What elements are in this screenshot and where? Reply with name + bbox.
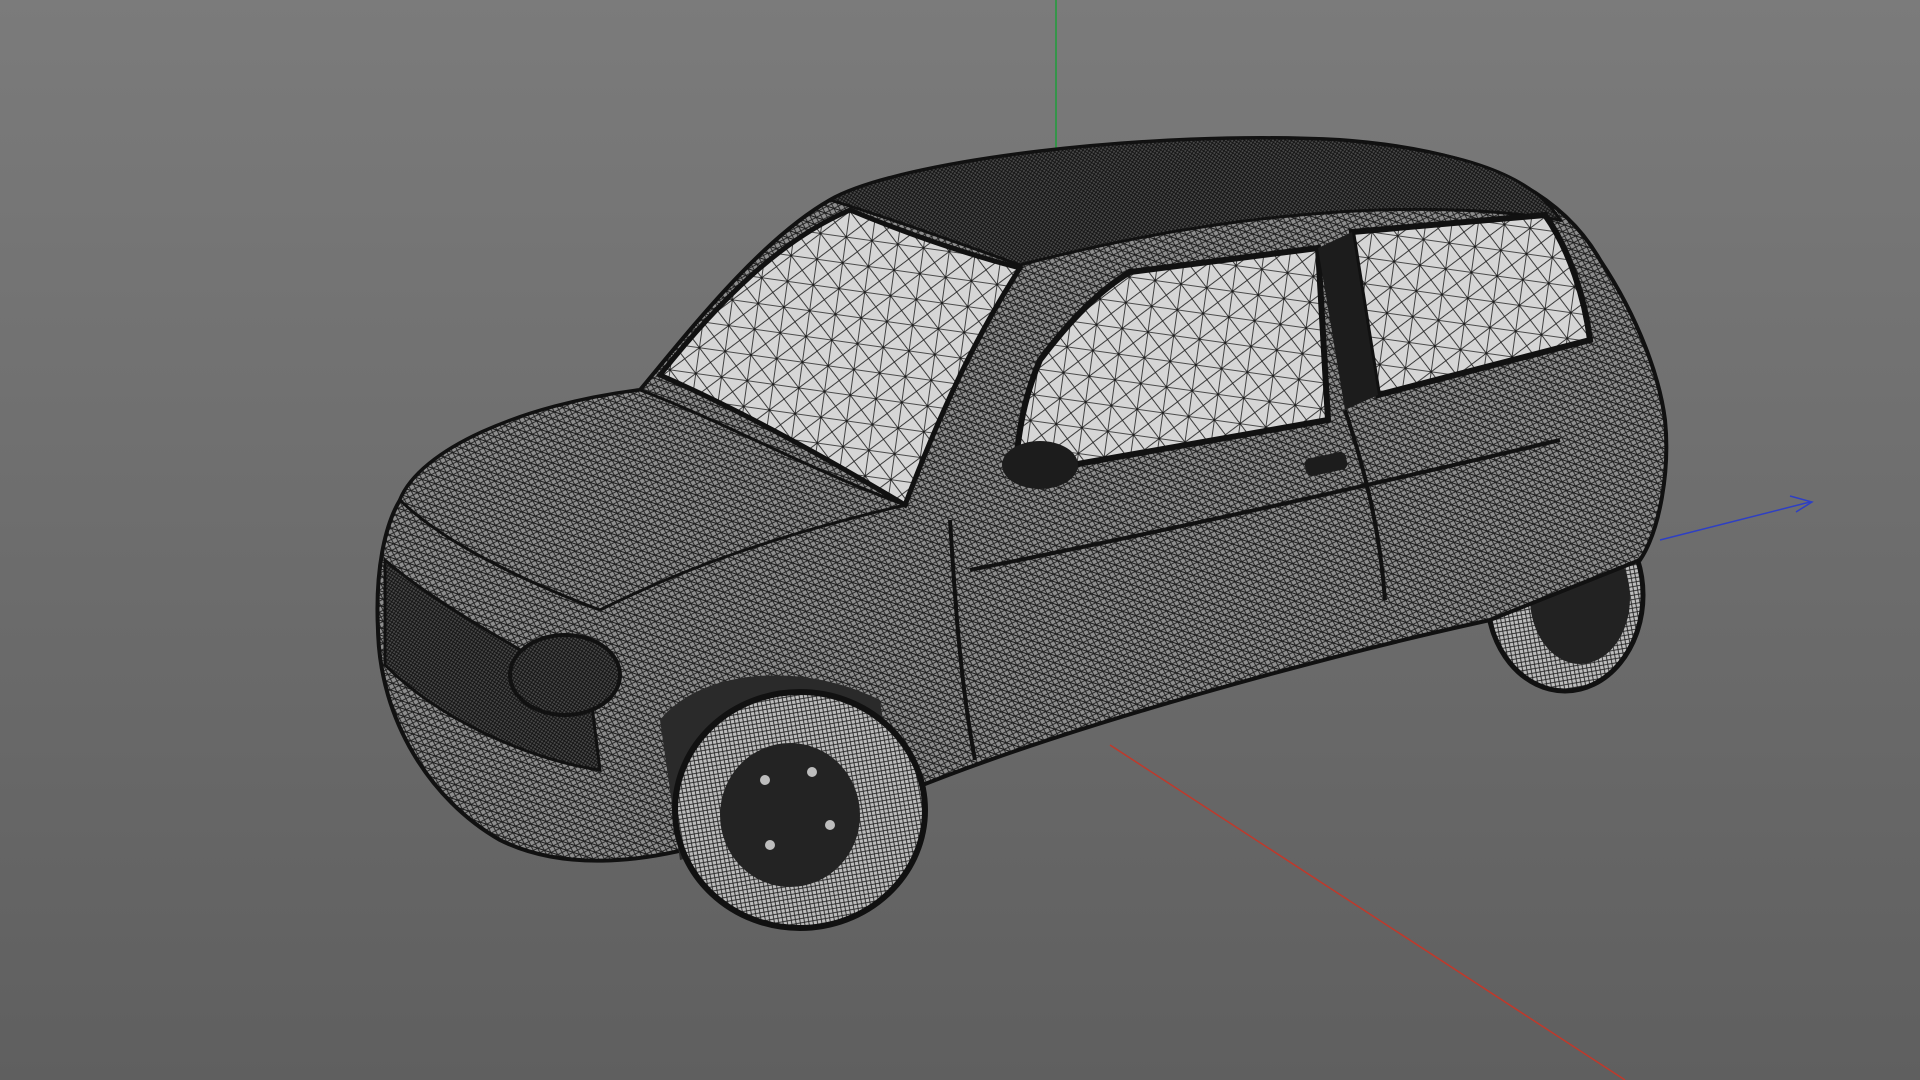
headlight: [508, 633, 622, 717]
side-mirror: [1002, 441, 1078, 489]
viewport-canvas[interactable]: [0, 0, 1920, 1080]
3d-viewport[interactable]: [0, 0, 1920, 1080]
front-wheel: [672, 689, 928, 931]
